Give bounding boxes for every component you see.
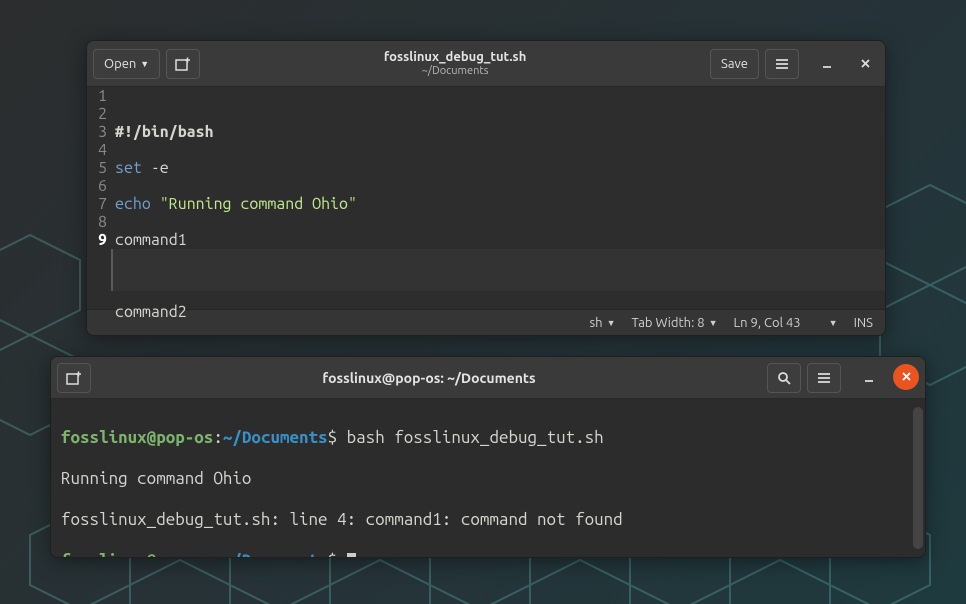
code-margin-indicator <box>111 249 885 291</box>
shebang: #!/bin/bash <box>115 123 214 141</box>
string: "Running command Ohio" <box>160 195 357 213</box>
code-text: -e <box>142 159 169 177</box>
command-text: bash fosslinux_debug_tut.sh <box>337 428 604 447</box>
terminal-titlebar: fosslinux@pop-os: ~/Documents <box>51 357 925 399</box>
prompt-path: ~/Documents <box>223 428 328 447</box>
prompt-path: ~/Documents <box>223 551 328 558</box>
new-tab-icon <box>66 371 82 385</box>
save-button[interactable]: Save <box>710 49 759 79</box>
editor-titlebar: Open ▼ fosslinux_debug_tut.sh ~/Document… <box>87 41 885 87</box>
terminal-title-area: fosslinux@pop-os: ~/Documents <box>97 370 761 386</box>
line-number: 7 <box>95 195 107 213</box>
line-number-gutter: 1 2 3 4 5 6 7 8 9 <box>87 87 111 309</box>
save-label: Save <box>721 57 748 71</box>
hamburger-icon <box>817 372 831 384</box>
terminal-line: fosslinux@pop-os:~/Documents$ bash fossl… <box>61 428 915 449</box>
editor-title-area: fosslinux_debug_tut.sh ~/Documents <box>206 50 704 77</box>
minimize-button[interactable] <box>813 50 841 78</box>
line-number-current: 9 <box>95 231 107 249</box>
code-text: command2 <box>115 303 187 321</box>
window-controls <box>855 364 919 392</box>
code-line: command2 <box>115 303 881 321</box>
code-content[interactable]: #!/bin/bash set -e echo "Running command… <box>111 87 885 309</box>
terminal-body[interactable]: fosslinux@pop-os:~/Documents$ bash fossl… <box>51 399 925 557</box>
terminal-title: fosslinux@pop-os: ~/Documents <box>97 370 761 386</box>
line-number: 4 <box>95 141 107 159</box>
keyword: set <box>115 159 142 177</box>
terminal-line: fosslinux_debug_tut.sh: line 4: command1… <box>61 510 915 531</box>
close-icon <box>860 58 871 69</box>
hamburger-menu-button[interactable] <box>807 363 841 393</box>
code-area[interactable]: 1 2 3 4 5 6 7 8 9 #!/bin/bash set -e ech… <box>87 87 885 309</box>
terminal-window: fosslinux@pop-os: ~/Documents fosslinux@… <box>50 356 926 558</box>
terminal-cursor <box>347 553 356 558</box>
terminal-line: Running command Ohio <box>61 469 915 490</box>
line-number: 1 <box>95 87 107 105</box>
new-document-icon <box>175 57 191 71</box>
new-tab-button[interactable] <box>57 363 91 393</box>
code-text: command1 <box>115 231 187 249</box>
prompt-user: fosslinux@pop-os <box>61 428 213 447</box>
line-number: 3 <box>95 123 107 141</box>
close-button[interactable] <box>851 50 879 78</box>
document-title: fosslinux_debug_tut.sh <box>206 50 704 64</box>
chevron-down-icon: ▼ <box>140 59 149 69</box>
gedit-window: Open ▼ fosslinux_debug_tut.sh ~/Document… <box>86 40 886 336</box>
prompt-dollar: $ <box>328 551 338 558</box>
code-line: command1 <box>115 231 881 249</box>
document-path: ~/Documents <box>206 65 704 77</box>
search-button[interactable] <box>767 363 801 393</box>
terminal-scrollbar[interactable] <box>913 407 923 549</box>
minimize-icon <box>821 58 833 70</box>
line-number: 2 <box>95 105 107 123</box>
code-line: set -e <box>115 159 881 177</box>
code-line: echo "Running command Ohio" <box>115 195 881 213</box>
window-controls <box>813 50 879 78</box>
minimize-button[interactable] <box>855 364 883 392</box>
open-button[interactable]: Open ▼ <box>93 49 160 79</box>
new-tab-button[interactable] <box>166 49 200 79</box>
open-label: Open <box>104 57 136 71</box>
line-number: 8 <box>95 213 107 231</box>
prompt-sep: : <box>213 428 223 447</box>
prompt-user: fosslinux@pop-os <box>61 551 213 558</box>
line-number: 6 <box>95 177 107 195</box>
code-line: #!/bin/bash <box>115 123 881 141</box>
search-icon <box>777 371 791 385</box>
close-button[interactable] <box>893 364 919 390</box>
close-icon <box>901 371 912 382</box>
prompt-sep: : <box>213 551 223 558</box>
line-number: 5 <box>95 159 107 177</box>
hamburger-icon <box>775 58 789 70</box>
terminal-line: fosslinux@pop-os:~/Documents$ <box>61 551 915 558</box>
minimize-icon <box>863 372 875 384</box>
keyword: echo <box>115 195 151 213</box>
hamburger-menu-button[interactable] <box>765 49 799 79</box>
prompt-dollar: $ <box>328 428 338 447</box>
